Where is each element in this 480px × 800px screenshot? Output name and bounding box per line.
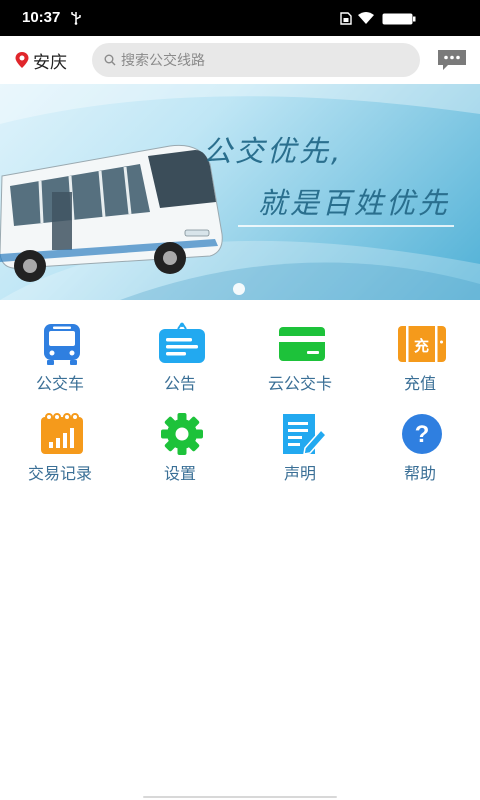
menu-label-transaction-record: 交易记录 <box>27 464 92 483</box>
banner-carousel[interactable]: 公交优先, 就是百姓优先 <box>0 84 480 300</box>
carousel-indicator-dot[interactable] <box>233 283 245 295</box>
svg-text:充: 充 <box>414 337 429 355</box>
menu-label-help: 帮助 <box>403 464 436 483</box>
menu-label-announcement: 公告 <box>163 374 196 393</box>
transaction-record-icon <box>41 413 83 454</box>
sim-card-icon <box>340 12 352 25</box>
menu-label-bus: 公交车 <box>35 374 84 393</box>
settings-gear-icon <box>161 413 203 455</box>
banner-slogan-line2: 就是百姓优先 <box>258 186 451 220</box>
city-label: 安庆 <box>33 52 67 73</box>
svg-text:?: ? <box>415 421 430 448</box>
menu-item-statement[interactable]: 声明 <box>240 406 360 496</box>
search-input[interactable]: 搜索公交线路 <box>92 43 420 77</box>
menu-label-settings: 设置 <box>163 464 196 483</box>
menu-item-transaction-record[interactable]: 交易记录 <box>0 406 120 496</box>
header: 安庆 搜索公交线路 <box>0 36 480 84</box>
menu-item-announcement[interactable]: 公告 <box>120 316 240 406</box>
status-bar: 10:37 <box>0 0 480 36</box>
statement-doc-icon <box>283 414 328 455</box>
banner-slogan-line1: 公交优先, <box>203 134 344 168</box>
menu-item-recharge[interactable]: 充 充值 <box>360 316 480 406</box>
menu-item-help[interactable]: ? 帮助 <box>360 406 480 496</box>
status-time: 10:37 <box>22 9 61 26</box>
city-selector[interactable]: 安庆 <box>14 48 67 73</box>
message-icon[interactable] <box>436 49 468 71</box>
recharge-icon: 充 <box>398 326 446 362</box>
menu-item-settings[interactable]: 设置 <box>120 406 240 496</box>
location-pin-icon <box>15 52 29 68</box>
announcement-icon <box>159 322 205 363</box>
bus-icon <box>44 324 80 365</box>
menu-item-bus[interactable]: 公交车 <box>0 316 120 406</box>
menu-label-statement: 声明 <box>283 464 316 483</box>
search-placeholder: 搜索公交线路 <box>121 53 205 69</box>
search-icon <box>104 54 116 66</box>
battery-icon <box>382 13 416 25</box>
menu-item-cloud-bus-card[interactable]: 云公交卡 <box>240 316 360 406</box>
bus-card-icon <box>279 327 325 361</box>
banner-divider <box>238 225 454 227</box>
wifi-icon <box>358 12 374 24</box>
help-icon: ? <box>402 414 442 454</box>
menu-label-recharge: 充值 <box>403 374 436 393</box>
menu-label-cloud-bus-card: 云公交卡 <box>267 374 332 393</box>
usb-icon <box>71 12 81 25</box>
home-indicator[interactable] <box>143 796 337 798</box>
